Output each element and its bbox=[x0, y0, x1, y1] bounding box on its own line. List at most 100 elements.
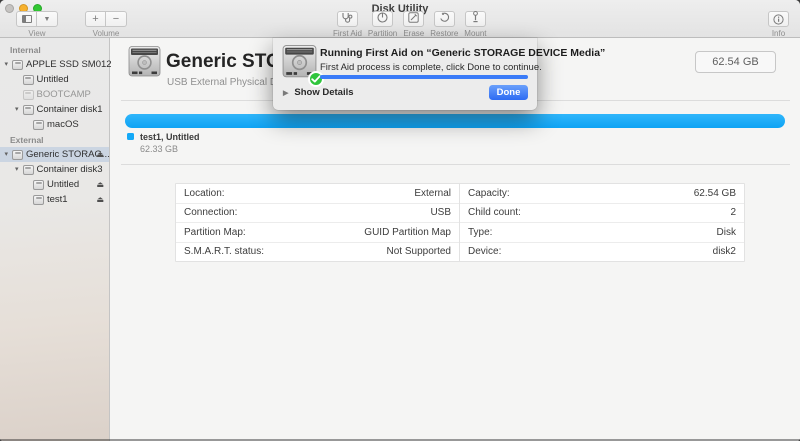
first-aid-dialog: Running First Aid on “Generic STORAGE DE… bbox=[273, 38, 605, 110]
remove-volume-button[interactable]: − bbox=[106, 11, 127, 27]
toolbar: Disk Utility ▼ View + − Volume First Aid… bbox=[0, 0, 800, 38]
disclosure-triangle-icon[interactable]: ▾ bbox=[15, 162, 19, 177]
sidebar-item-container-disk1[interactable]: ▾ Container disk1 bbox=[0, 102, 109, 117]
drive-icon bbox=[12, 59, 23, 70]
pie-circle-icon bbox=[377, 10, 388, 28]
legend-volume-name: test1, Untitled bbox=[140, 132, 200, 142]
info-value: Disk bbox=[716, 226, 736, 238]
disclosure-triangle-icon[interactable]: ▾ bbox=[15, 102, 19, 117]
view-dropdown-button[interactable]: ▼ bbox=[37, 11, 58, 27]
restore-label: Restore bbox=[430, 29, 459, 38]
erase-button[interactable] bbox=[403, 10, 425, 28]
chevron-down-icon: ▼ bbox=[43, 15, 51, 23]
legend-color-swatch bbox=[127, 133, 134, 140]
sidebar-item-test1[interactable]: test1 ⏏ bbox=[0, 192, 109, 207]
external-disk-icon bbox=[282, 45, 324, 87]
volume-usage-bar[interactable] bbox=[125, 114, 785, 128]
info-row: Partition Map: GUID Partition Map bbox=[176, 223, 459, 243]
sidebar-item-apple-ssd-sm0128[interactable]: ▾ APPLE SSD SM0128... bbox=[0, 57, 125, 72]
drive-icon bbox=[33, 119, 44, 130]
show-details-label: Show Details bbox=[294, 87, 354, 98]
plus-icon: + bbox=[92, 12, 99, 25]
sidebar-view-icon bbox=[21, 15, 32, 23]
sidebar-item-label: APPLE SSD SM0128... bbox=[26, 59, 125, 70]
info-value: Not Supported bbox=[386, 246, 452, 258]
info-label: Capacity: bbox=[468, 187, 510, 199]
drive-icon bbox=[22, 104, 34, 115]
sidebar-item-label: Container disk1 bbox=[36, 104, 103, 115]
partition-button[interactable] bbox=[372, 10, 394, 28]
external-disk-icon bbox=[128, 46, 161, 82]
restore-button[interactable] bbox=[433, 10, 455, 28]
view-label: View bbox=[28, 29, 46, 38]
drive-icon bbox=[22, 74, 34, 85]
sidebar-item-untitled[interactable]: Untitled bbox=[0, 72, 109, 87]
info-label: Location: bbox=[184, 187, 225, 199]
eject-icon[interactable]: ⏏ bbox=[96, 177, 104, 192]
info-label: S.M.A.R.T. status: bbox=[184, 246, 265, 258]
info-button[interactable] bbox=[768, 11, 789, 27]
drive-icon bbox=[22, 89, 34, 100]
dialog-message: First Aid process is complete, click Don… bbox=[320, 62, 542, 73]
legend-volume-size: 62.33 GB bbox=[140, 144, 179, 154]
disk-info-table: Location: External Connection: USB Partition… bbox=[175, 183, 745, 262]
info-value: disk2 bbox=[712, 246, 736, 258]
drive-icon bbox=[33, 179, 44, 190]
first-aid-label: First Aid bbox=[333, 29, 362, 38]
sidebar-item-label: Container disk3 bbox=[36, 164, 103, 175]
sidebar-section-external: External bbox=[10, 135, 44, 145]
info-label: Partition Map: bbox=[184, 226, 246, 238]
info-label: Child count: bbox=[468, 207, 521, 219]
drive-icon bbox=[33, 194, 44, 205]
disk-utility-window: Disk Utility ▼ View + − Volume First Aid… bbox=[0, 0, 800, 441]
view-button[interactable] bbox=[16, 11, 37, 27]
first-aid-button[interactable] bbox=[336, 10, 358, 28]
disclosure-triangle-icon: ▶ bbox=[283, 90, 289, 97]
info-value: USB bbox=[430, 207, 451, 219]
info-value: External bbox=[414, 187, 451, 199]
info-row: Type: Disk bbox=[460, 223, 744, 243]
sidebar-section-internal: Internal bbox=[10, 45, 41, 55]
info-row: Device: disk2 bbox=[460, 243, 744, 262]
capacity-badge: 62.54 GB bbox=[695, 51, 776, 73]
pencil-box-icon bbox=[408, 10, 419, 28]
section-divider bbox=[121, 164, 790, 165]
stethoscope-icon bbox=[341, 10, 353, 28]
info-label: Device: bbox=[468, 246, 502, 258]
info-value: 62.54 GB bbox=[693, 187, 736, 199]
info-row: Location: External bbox=[176, 184, 459, 204]
sidebar-item-untitled[interactable]: Untitled ⏏ bbox=[0, 177, 109, 192]
sidebar: Internal ▾ APPLE SSD SM0128... Untitled BOOT… bbox=[0, 38, 125, 441]
eject-icon[interactable]: ⏏ bbox=[96, 192, 104, 207]
sidebar-item-label: Untitled bbox=[47, 179, 80, 190]
drive-icon bbox=[12, 149, 23, 160]
sidebar-item-label: test1 bbox=[47, 194, 68, 205]
sidebar-item-bootcamp[interactable]: BOOTCAMP bbox=[0, 87, 109, 102]
info-circle-icon bbox=[773, 13, 784, 25]
info-value: 2 bbox=[730, 207, 736, 219]
info-label: Type: bbox=[468, 226, 493, 238]
sidebar-item-generic-storag[interactable]: ▾ Generic STORAG... ⏏ bbox=[0, 147, 110, 162]
sidebar-item-label: macOS bbox=[47, 119, 79, 130]
info-label: Connection: bbox=[184, 207, 238, 219]
add-volume-button[interactable]: + bbox=[85, 11, 106, 27]
volume-label: Volume bbox=[92, 29, 120, 38]
info-value: GUID Partition Map bbox=[364, 226, 451, 238]
eject-icon[interactable]: ⏏ bbox=[96, 147, 104, 162]
disclosure-triangle-icon[interactable]: ▾ bbox=[5, 57, 9, 72]
undo-arrow-icon bbox=[439, 10, 450, 28]
drive-icon bbox=[22, 164, 34, 175]
progress-bar bbox=[320, 75, 528, 79]
sidebar-item-label: BOOTCAMP bbox=[36, 89, 91, 100]
mount-button[interactable] bbox=[464, 11, 486, 27]
done-button[interactable]: Done bbox=[489, 85, 528, 100]
info-label: Info bbox=[771, 29, 786, 38]
info-row: S.M.A.R.T. status: Not Supported bbox=[176, 243, 459, 262]
dialog-title: Running First Aid on “Generic STORAGE DE… bbox=[320, 47, 606, 59]
sidebar-item-container-disk3[interactable]: ▾ Container disk3 bbox=[0, 162, 109, 177]
partition-label: Partition bbox=[367, 29, 398, 38]
disclosure-triangle-icon[interactable]: ▾ bbox=[5, 147, 9, 162]
sidebar-item-macos[interactable]: macOS bbox=[0, 117, 109, 132]
info-row: Connection: USB bbox=[176, 204, 459, 223]
show-details-disclosure[interactable]: ▶ Show Details bbox=[283, 87, 354, 98]
